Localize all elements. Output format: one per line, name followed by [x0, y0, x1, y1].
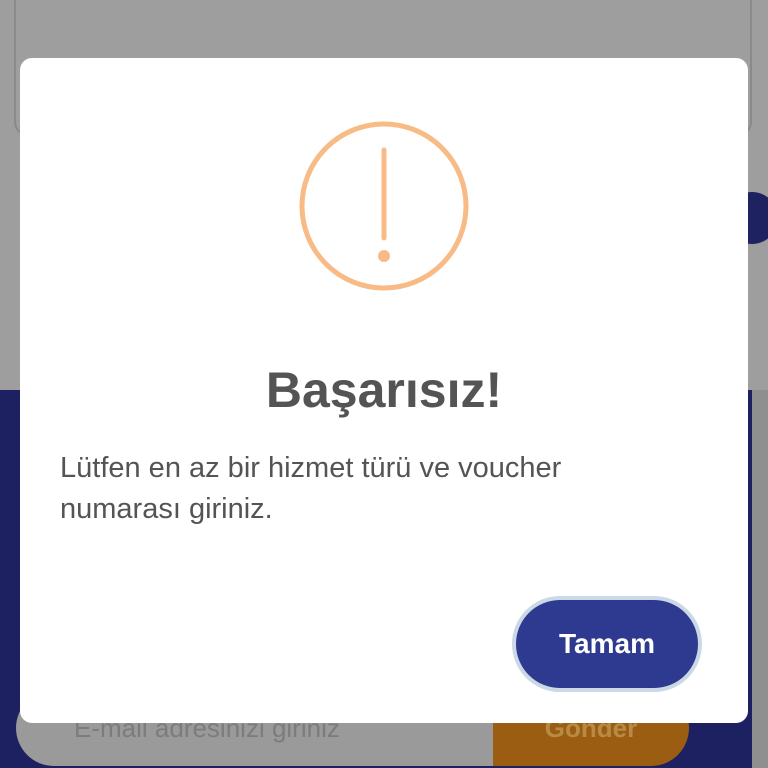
alert-dialog: Başarısız! Lütfen en az bir hizmet türü … — [20, 58, 748, 723]
dialog-title: Başarısız! — [265, 362, 503, 418]
dialog-message: Lütfen en az bir hizmet türü ve voucher … — [60, 452, 562, 525]
background-footer-edge — [752, 390, 768, 768]
screen: E-mail adresinizi giriniz Gönder Başarıs… — [0, 0, 768, 768]
confirm-button[interactable]: Tamam — [516, 600, 698, 688]
exclamation-circle-icon — [299, 121, 469, 291]
